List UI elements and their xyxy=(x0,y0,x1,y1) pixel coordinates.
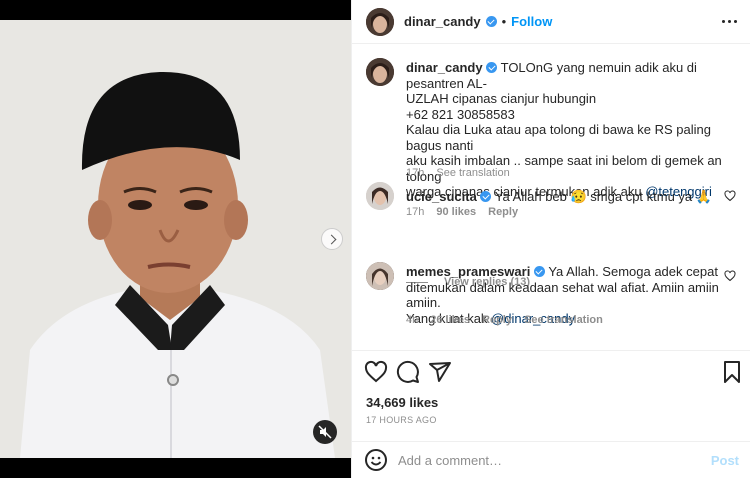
add-comment-bar: Add a comment… Post xyxy=(352,441,750,478)
likes-count[interactable]: 34,669 likes xyxy=(366,395,438,410)
comment-icon[interactable] xyxy=(396,360,420,384)
comment-body: ditemukan dalam keadaan sehat wal afiat.… xyxy=(406,279,719,311)
bookmark-icon[interactable] xyxy=(720,360,744,384)
muted-speaker-icon xyxy=(318,425,332,439)
follow-button[interactable]: Follow xyxy=(511,14,552,29)
share-icon[interactable] xyxy=(428,360,452,384)
emoji-icon[interactable] xyxy=(364,448,388,472)
chevron-right-icon xyxy=(326,234,336,244)
comment-username[interactable]: memes_prameswari xyxy=(406,264,530,279)
comment-likes[interactable]: 90 likes xyxy=(436,206,476,218)
comment-body: Ya Allah. Semoga adek cepat xyxy=(548,264,718,279)
post-actions: 34,669 likes 17 HOURS AGO xyxy=(352,350,750,446)
separator-dot: • xyxy=(501,14,507,29)
post-timestamp: 17 HOURS AGO xyxy=(366,415,437,425)
avatar[interactable] xyxy=(366,58,394,86)
comment-meta: 17h 90 likes Reply xyxy=(406,206,518,218)
post-comment-button[interactable]: Post xyxy=(711,453,739,468)
verified-badge-icon xyxy=(486,62,498,73)
heart-icon[interactable] xyxy=(724,270,736,282)
see-translation-link[interactable]: See translation xyxy=(436,167,509,179)
caption-line: Kalau dia Luka atau apa tolong di bawa k… xyxy=(406,122,711,153)
avatar[interactable] xyxy=(366,182,394,210)
post-media xyxy=(0,0,351,478)
caption-phone: +62 821 30858583 xyxy=(406,106,515,122)
comment-meta: 4h 26 likes Reply See translation xyxy=(406,314,603,326)
header-username[interactable]: dinar_candy xyxy=(404,14,481,29)
post-photo xyxy=(0,20,351,458)
reply-button[interactable]: Reply xyxy=(482,314,512,326)
more-options-icon[interactable] xyxy=(722,20,737,23)
mute-button[interactable] xyxy=(313,420,337,444)
reply-button[interactable]: Reply xyxy=(488,206,518,218)
avatar-image xyxy=(366,262,394,290)
comment-time: 17h xyxy=(406,206,425,218)
caption-username[interactable]: dinar_candy xyxy=(406,60,483,75)
avatar-image xyxy=(366,8,394,36)
heart-icon[interactable] xyxy=(724,190,736,202)
comment-text: ucie_sucita Ya Allah beb 😥 smga cpt ktmu… xyxy=(406,189,731,205)
comments-list: dinar_candy TOLOnG yang nemuin adik aku … xyxy=(352,44,750,350)
add-comment-input[interactable]: Add a comment… xyxy=(398,453,502,468)
comment-body: Ya Allah beb 😥 smga cpt ktmu ya 🙏 xyxy=(494,189,712,204)
verified-badge-icon xyxy=(533,266,545,277)
caption-time: 17h xyxy=(406,167,425,179)
verified-badge-icon xyxy=(480,191,492,202)
avatar[interactable] xyxy=(366,262,394,290)
caption-line: UZLAH cipanas cianjur hubungin xyxy=(406,91,597,106)
comment-likes[interactable]: 26 likes xyxy=(430,314,470,326)
verified-badge-icon xyxy=(485,16,497,27)
avatar-image xyxy=(366,58,394,86)
avatar-image xyxy=(366,182,394,210)
heart-icon[interactable] xyxy=(364,360,388,384)
boy-portrait-image xyxy=(0,20,351,458)
post-header: dinar_candy • Follow xyxy=(352,0,750,44)
see-translation-link[interactable]: See translation xyxy=(524,314,603,326)
comment-username[interactable]: ucie_sucita xyxy=(406,189,477,204)
caption-meta: 17h See translation xyxy=(406,167,510,179)
next-slide-button[interactable] xyxy=(321,228,343,250)
comment-time: 4h xyxy=(406,314,419,326)
avatar[interactable] xyxy=(366,8,394,36)
post-side-panel: dinar_candy • Follow dinar_candy TOLOnG … xyxy=(351,0,750,478)
